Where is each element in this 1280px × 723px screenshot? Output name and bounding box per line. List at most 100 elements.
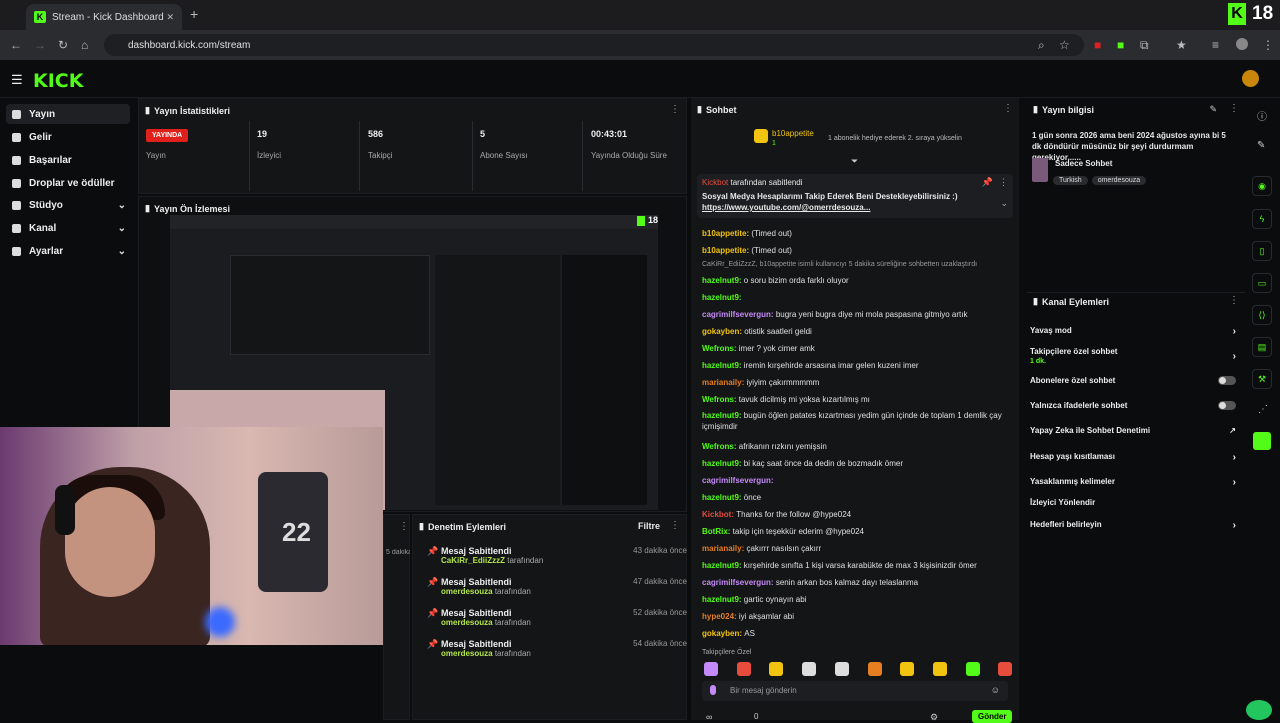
emote-icon[interactable] <box>769 662 784 676</box>
chat-message[interactable]: hazelnut9: <box>702 292 1002 303</box>
collapse-icon[interactable]: ⏷ <box>851 156 858 167</box>
chat-message[interactable]: cagrimilfsevergun: bugra yeni bugra diye… <box>702 309 1002 320</box>
chat-message[interactable]: hazelnut9: o soru bizim orda farklı oluy… <box>702 275 1002 286</box>
sidebar-item-gelir[interactable]: Gelir <box>6 127 130 147</box>
chat-message[interactable]: CaKiRr_EdiiZzzZ, b10appetite isimli kull… <box>702 259 1002 270</box>
chat-message[interactable]: hazelnut9: bugün öğlen patates kızartmas… <box>702 410 1002 432</box>
settings-gear-icon[interactable]: ⚙ <box>930 712 938 723</box>
chat-message[interactable]: cagrimilfsevergun: <box>702 475 1002 486</box>
favorites-icon[interactable]: ★ <box>1176 38 1187 52</box>
chat-username[interactable]: hazelnut9: <box>702 595 744 604</box>
chat-message[interactable]: hazelnut9: bi kaç saat önce da dedin de … <box>702 458 1002 469</box>
chat-message[interactable]: b10appetite: (Timed out) <box>702 228 1002 239</box>
sidebar-item-yayin[interactable]: Yayın <box>6 104 130 124</box>
mic-icon[interactable] <box>710 685 716 695</box>
chat-username[interactable]: BotRix: <box>702 527 733 536</box>
emote-icon[interactable] <box>834 662 849 676</box>
chat-message[interactable]: Wefrons: tavuk dicilmiş mi yoksa kızartı… <box>702 394 1002 405</box>
reload-icon[interactable]: ↻ <box>58 38 68 52</box>
chat-username[interactable]: hazelnut9: <box>702 361 744 370</box>
sidebar-item-basarilar[interactable]: Başarılar <box>6 150 130 170</box>
chat-username[interactable]: hazelnut9: <box>702 411 744 420</box>
chat-username[interactable]: Wefrons: <box>702 395 739 404</box>
more-options-icon[interactable]: ⋮ <box>399 521 409 532</box>
sidebar-item-droplar[interactable]: Droplar ve ödüller <box>6 173 130 193</box>
chat-username[interactable]: gokayben: <box>702 327 744 336</box>
expand-chevron-icon[interactable]: ⌄ <box>1000 198 1008 209</box>
chat-message[interactable]: gokayben: otistik saatleri geldi <box>702 326 1002 337</box>
chat-username[interactable]: b10appetite: <box>702 246 751 255</box>
url-field[interactable]: dashboard.kick.com/stream <box>104 34 1084 56</box>
chat-username[interactable]: Wefrons: <box>702 442 739 451</box>
bookmark-star-icon[interactable]: ☆ <box>1059 38 1070 52</box>
chat-message[interactable]: hazelnut9: kırşehirde sınıfta 1 kişi var… <box>702 560 1002 571</box>
filter-button[interactable]: Filtre <box>638 521 660 531</box>
lightning-tool-icon[interactable]: ϟ <box>1252 209 1272 229</box>
category-name[interactable]: Sadece Sohbet <box>1055 159 1112 168</box>
user-avatar[interactable] <box>1242 70 1259 87</box>
more-options-icon[interactable]: ⋮ <box>1229 295 1239 306</box>
browser-tab[interactable]: K Stream - Kick Dashboard ✕ <box>26 4 182 30</box>
gift-prompt[interactable]: 1 abonelik hediye ederek 2. sıraya yükse… <box>828 135 962 142</box>
new-tab-button[interactable]: + <box>190 6 198 22</box>
action-goals[interactable]: Hedefleri belirleyin › <box>1030 520 1238 531</box>
kick-logo[interactable]: KICK <box>33 70 83 92</box>
chat-username[interactable]: Wefrons: <box>702 344 739 353</box>
chat-username[interactable]: hazelnut9: <box>702 459 744 468</box>
pin-icon[interactable]: 📌 <box>982 177 993 188</box>
emote-icon[interactable] <box>704 662 718 676</box>
action-raid[interactable]: İzleyici Yönlendir <box>1030 498 1238 507</box>
wrench-tool-icon[interactable]: ⚒ <box>1252 369 1272 389</box>
emote-icon[interactable] <box>998 662 1013 676</box>
chat-message[interactable]: cagrimilfsevergun: senin arkan bos kalma… <box>702 577 1002 588</box>
chat-message[interactable]: marianaily: iyiyim çakırmmmmm <box>702 377 1002 388</box>
forward-icon[interactable]: → <box>34 38 46 52</box>
emoji-icon[interactable]: ☺ <box>991 685 1000 695</box>
chat-username[interactable]: hazelnut9: <box>702 493 744 502</box>
emote-icon[interactable] <box>802 662 817 676</box>
action-subs-only[interactable]: Abonelere özel sohbet <box>1030 376 1238 385</box>
chat-username[interactable]: hazelnut9: <box>702 561 744 570</box>
send-button[interactable]: Gönder <box>972 710 1013 723</box>
action-followers-only[interactable]: Takipçilere özel sohbet 1 dk. › <box>1030 347 1238 365</box>
emote-icon[interactable] <box>900 662 915 676</box>
chat-message[interactable]: b10appetite: (Timed out) <box>702 245 1002 256</box>
sidebar-item-studyo[interactable]: Stüdyo ⌄ <box>6 195 130 215</box>
chat-username[interactable]: cagrimilfsevergun: <box>702 476 774 485</box>
info-circle-icon[interactable]: ⓘ <box>1257 108 1267 123</box>
action-banned-words[interactable]: Yasaklanmış kelimeler › <box>1030 477 1238 488</box>
sidebar-item-ayarlar[interactable]: Ayarlar ⌄ <box>6 241 130 261</box>
more-options-icon[interactable]: ⋮ <box>670 104 680 115</box>
more-options-icon[interactable]: ⋮ <box>670 520 680 531</box>
back-icon[interactable]: ← <box>10 38 22 52</box>
extension-red-icon[interactable]: ■ <box>1094 38 1101 52</box>
extensions-icon[interactable]: ⧉ <box>1140 38 1149 53</box>
help-bubble-icon[interactable] <box>1246 700 1272 720</box>
pencil-icon[interactable]: ✎ <box>1257 140 1265 151</box>
chat-message[interactable]: hazelnut9: iremin kırşehirde arsasına im… <box>702 360 1002 371</box>
chat-username[interactable]: marianaily: <box>702 378 746 387</box>
chat-username[interactable]: marianaily: <box>702 544 746 553</box>
chat-username[interactable]: gokayben: <box>702 629 744 638</box>
more-options-icon[interactable]: ⋮ <box>999 177 1008 188</box>
chat-message[interactable]: hazelnut9: gartic oynayın abi <box>702 594 1002 605</box>
edit-icon[interactable]: ✎ <box>1209 104 1217 115</box>
zoom-icon[interactable]: ⌕ <box>1038 38 1045 53</box>
action-emotes-only[interactable]: Yalnızca ifadelerle sohbet <box>1030 401 1238 410</box>
action-account-age[interactable]: Hesap yaşı kısıtlaması › <box>1030 452 1238 463</box>
subs-only-toggle[interactable] <box>1218 376 1236 385</box>
emote-icon[interactable] <box>867 662 882 676</box>
emote-icon[interactable] <box>736 662 751 676</box>
extension-kick-icon[interactable]: ■ <box>1117 38 1124 52</box>
chat-message[interactable]: BotRix: takip için teşekkür ederim @hype… <box>702 526 1002 537</box>
more-options-icon[interactable]: ⋮ <box>1003 103 1013 114</box>
pinned-link[interactable]: https://www.youtube.com/@omerrdesouza... <box>702 203 870 212</box>
share-icon[interactable]: ⋰ <box>1258 404 1268 415</box>
chat-message[interactable]: hype024: iyi akşamlar abi <box>702 611 1002 622</box>
document-tool-icon[interactable]: ▯ <box>1252 241 1272 261</box>
chat-message[interactable]: marianaily: çakırrr nasılsın çakırr <box>702 543 1002 554</box>
chat-message[interactable]: Kickbot: Thanks for the follow @hype024 <box>702 509 1002 520</box>
chat-message[interactable]: Wefrons: afrikanın rızkını yemişsin <box>702 441 1002 452</box>
chat-message[interactable]: Wefrons: imer ? yok cimer amk <box>702 343 1002 354</box>
pinned-message[interactable]: Kickbot tarafından sabitlendi 📌 ⋮ Sosyal… <box>697 174 1013 218</box>
